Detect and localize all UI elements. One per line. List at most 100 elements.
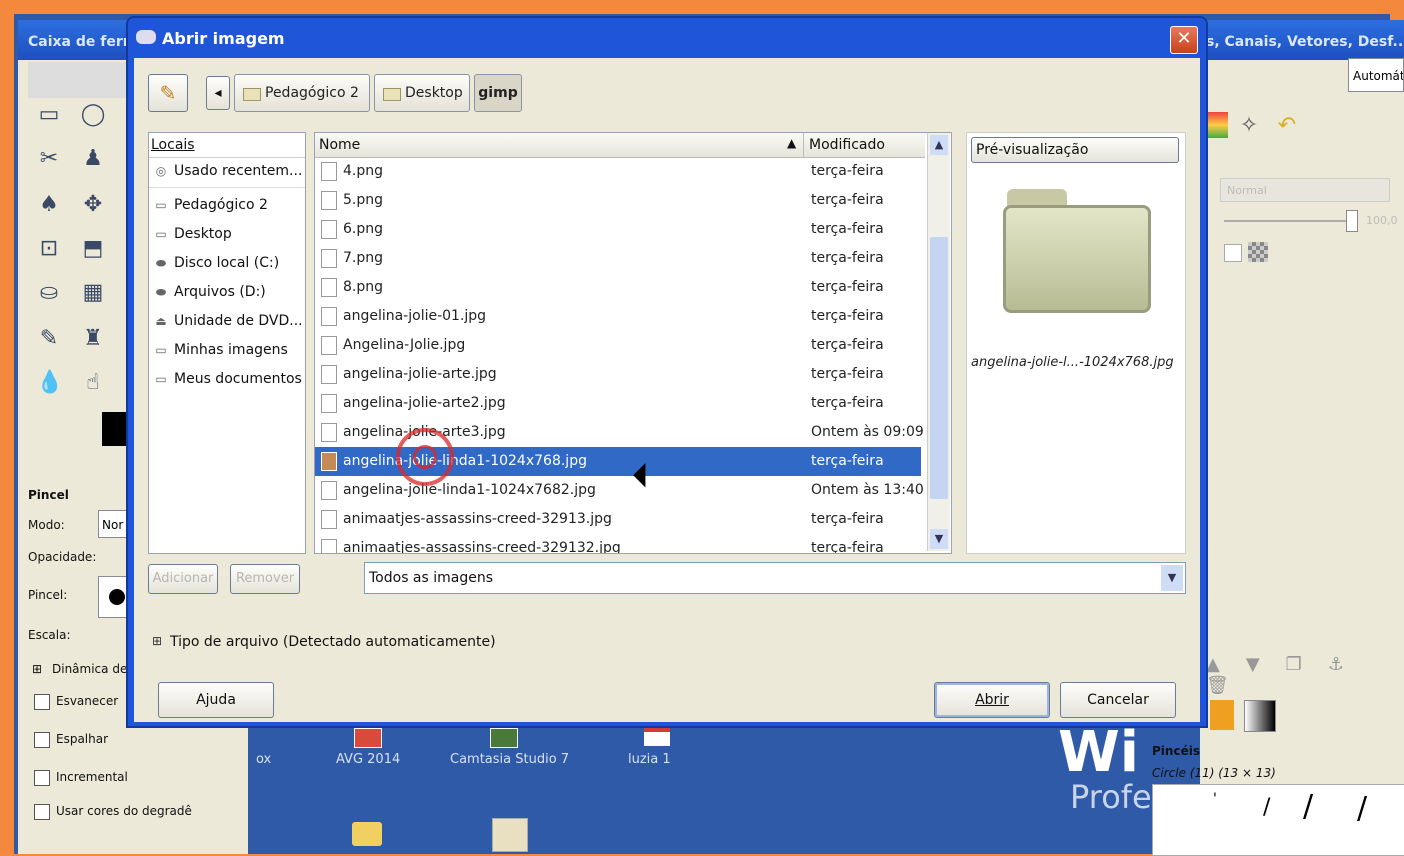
blur-icon[interactable]: 💧 <box>36 370 63 396</box>
undo-tab-icon[interactable]: ↶ <box>1272 112 1302 140</box>
layer-actions-icons[interactable]: ▲▼❐⚓🗑 <box>1200 654 1404 696</box>
file-modified: Ontem às 13:40 <box>811 482 924 498</box>
camtasia-icon[interactable] <box>490 728 518 748</box>
folder-icon[interactable] <box>352 822 382 846</box>
foreground-color[interactable] <box>102 412 128 446</box>
path-back-button[interactable]: ◂ <box>206 76 230 110</box>
layer-mode-dropdown[interactable]: Normal <box>1220 178 1390 202</box>
scroll-thumb[interactable] <box>930 237 948 499</box>
file-row[interactable]: 8.png terça-feira <box>315 273 921 302</box>
brushes-title: Pincéis <box>1152 744 1200 758</box>
dialog-body: ✎ ◂ Pedagógico 2 Desktop gimp Locais ◎ Us… <box>134 58 1200 722</box>
desktop-icon-label[interactable]: Camtasia Studio 7 <box>450 752 569 767</box>
opacity-slider-track[interactable] <box>1224 220 1354 222</box>
type-location-button[interactable]: ✎ <box>148 74 188 112</box>
dock-title[interactable]: s, Canais, Vetores, Desf... <box>1200 20 1404 60</box>
scroll-up-icon[interactable]: ▲ <box>930 135 948 155</box>
gradient-preview-icon[interactable] <box>1244 700 1276 732</box>
file-row[interactable]: 6.png terça-feira <box>315 215 921 244</box>
chevron-down-icon[interactable]: ▼ <box>1161 565 1183 591</box>
brush-item[interactable]: / <box>1357 791 1367 826</box>
move-icon[interactable]: ✥ <box>80 192 106 218</box>
add-button[interactable]: Adicionar <box>148 564 218 594</box>
desktop-icon-label[interactable]: AVG 2014 <box>336 752 400 767</box>
file-icon <box>321 162 337 181</box>
file-row[interactable]: animaatjes-assassins-creed-32913.jpg terç… <box>315 505 921 534</box>
perspective-icon[interactable]: ⬒ <box>80 236 106 262</box>
brush-preview[interactable] <box>98 576 130 618</box>
place-disk-c[interactable]: ⬬ Disco local (C:) <box>153 255 279 271</box>
mode-dropdown[interactable]: Nor <box>98 510 128 538</box>
desktop-icon-label[interactable]: luzia 1 <box>628 752 671 767</box>
file-row[interactable]: angelina-jolie-arte2.jpg terça-feira <box>315 389 921 418</box>
place-my-pictures[interactable]: ▭ Minhas imagens <box>153 342 287 358</box>
file-row[interactable]: Angelina-Jolie.jpg terça-feira <box>315 331 921 360</box>
dialog-title[interactable]: Abrir imagem <box>128 18 1206 58</box>
file-row[interactable]: angelina-jolie-01.jpg terça-feira <box>315 302 921 331</box>
folder-icon: ▭ <box>155 343 167 357</box>
paths-tab-icon[interactable]: ✧ <box>1234 112 1264 140</box>
image-file-icon[interactable] <box>492 818 528 852</box>
file-filter-dropdown[interactable]: Todos as imagens ▼ <box>364 562 1186 594</box>
file-row[interactable]: 7.png terça-feira <box>315 244 921 273</box>
fg-bg-colors-icon[interactable] <box>1210 700 1234 730</box>
file-row[interactable]: 5.png terça-feira <box>315 186 921 215</box>
incremental-checkbox[interactable] <box>34 770 50 786</box>
jitter-label: Espalhar <box>56 732 109 746</box>
remove-button[interactable]: Remover <box>230 564 300 594</box>
luzia-icon[interactable] <box>644 728 670 746</box>
brush-item[interactable]: / <box>1263 795 1270 820</box>
file-row[interactable]: angelina-jolie-linda1-1024x7682.jpg Ontem… <box>315 476 924 505</box>
file-row[interactable]: angelina-jolie-arte.jpg terça-feira <box>315 360 921 389</box>
place-desktop[interactable]: ▭ Desktop <box>153 226 231 242</box>
column-name[interactable]: Nome <box>319 137 360 153</box>
lock-checkbox[interactable] <box>1224 244 1242 262</box>
pencil-icon[interactable]: ✎ <box>36 326 62 352</box>
opacity-slider-handle[interactable] <box>1346 210 1358 232</box>
smudge-icon[interactable]: ☝ <box>80 370 106 396</box>
place-disk-d[interactable]: ⬬ Arquivos (D:) <box>153 284 266 300</box>
ellipse-select-icon[interactable]: ◯ <box>80 102 106 128</box>
brushes-grid[interactable]: ' / / / <box>1152 784 1404 856</box>
preview-header[interactable]: Pré-visualização <box>971 137 1179 163</box>
fade-checkbox[interactable] <box>34 694 50 710</box>
fg-select-icon[interactable]: ♟ <box>80 146 106 172</box>
image-menu-dropdown[interactable]: Automáti <box>1348 58 1404 92</box>
avg-icon[interactable] <box>354 728 382 748</box>
click-highlight-ring <box>396 428 454 486</box>
rect-select-icon[interactable]: ▭ <box>36 102 62 128</box>
file-type-label[interactable]: Tipo de arquivo (Detectado automaticamen… <box>170 634 496 650</box>
column-modified[interactable]: Modificado <box>809 137 885 153</box>
crop-icon[interactable]: ⊡ <box>36 236 62 262</box>
lock-alpha-icon[interactable] <box>1248 242 1268 262</box>
place-pedagogico[interactable]: ▭ Pedagógico 2 <box>153 197 268 213</box>
layers-tab-icon[interactable] <box>1206 112 1228 138</box>
help-button[interactable]: Ajuda <box>158 682 274 718</box>
gradient-colors-checkbox[interactable] <box>34 804 50 820</box>
drive-icon: ⬬ <box>155 256 167 270</box>
scissors-icon[interactable]: ✂ <box>36 146 62 172</box>
place-dvd[interactable]: ⏏ Unidade de DVD... <box>153 313 302 329</box>
expand-icon[interactable]: ⊞ <box>152 634 162 648</box>
bucket-fill-icon[interactable]: ⛀ <box>36 280 62 306</box>
cancel-button[interactable]: Cancelar <box>1060 682 1176 718</box>
file-name: angelina-jolie-arte2.jpg <box>343 395 506 411</box>
close-button[interactable]: ✕ <box>1170 26 1198 54</box>
file-row[interactable]: animaatjes-assassins-creed-329132.jpg ter… <box>315 534 921 553</box>
place-recent[interactable]: ◎ Usado recentem... <box>153 163 303 179</box>
path-button-pedagogico[interactable]: Pedagógico 2 <box>234 74 370 112</box>
expand-icon[interactable]: ⊞ <box>32 662 42 676</box>
paths-icon[interactable]: ♠ <box>36 192 62 218</box>
path-button-desktop[interactable]: Desktop <box>374 74 470 112</box>
brush-item[interactable]: ' <box>1213 791 1217 807</box>
brush-item[interactable]: / <box>1303 789 1313 824</box>
path-button-gimp[interactable]: gimp <box>474 74 522 112</box>
place-my-documents[interactable]: ▭ Meus documentos <box>153 371 301 387</box>
jitter-checkbox[interactable] <box>34 732 50 748</box>
file-row[interactable]: 4.png terça-feira <box>315 157 921 186</box>
open-button[interactable]: Abrir <box>934 682 1050 718</box>
file-list-scrollbar[interactable]: ▲ ▼ <box>927 133 950 551</box>
scroll-down-icon[interactable]: ▼ <box>930 529 948 549</box>
clone-icon[interactable]: ♜ <box>80 326 106 352</box>
gradient-icon[interactable]: ▦ <box>80 280 106 306</box>
